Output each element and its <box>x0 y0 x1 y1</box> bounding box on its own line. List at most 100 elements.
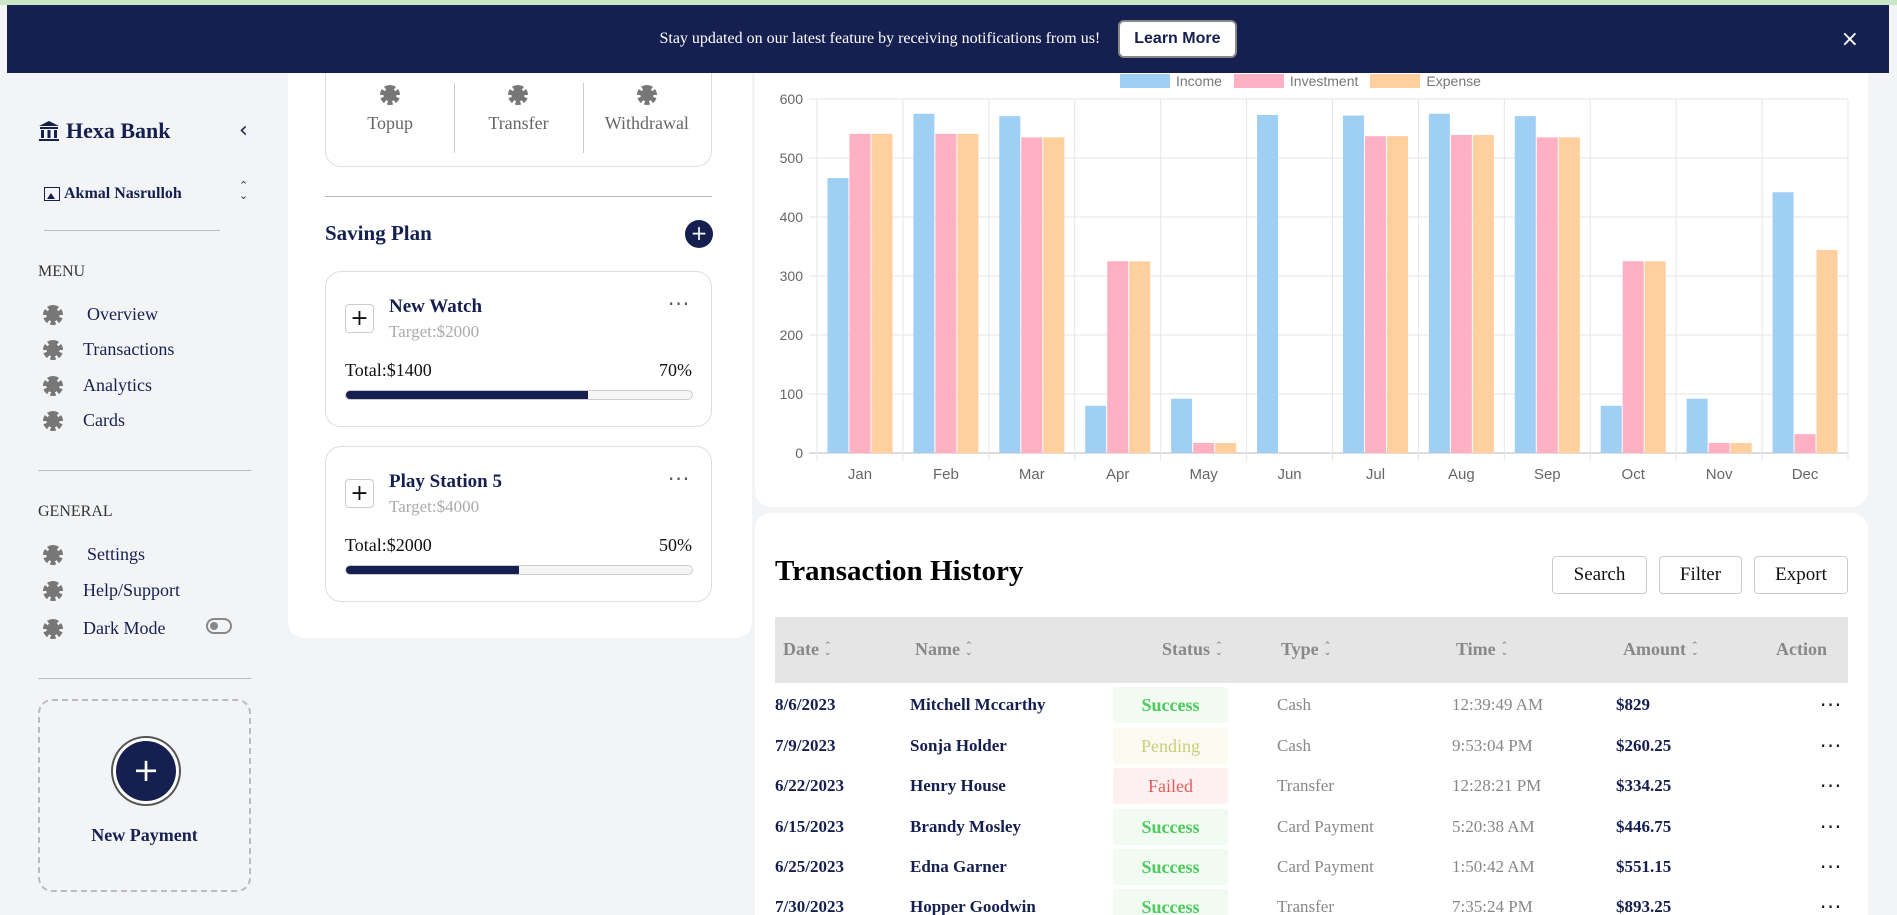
add-funds-button[interactable]: + <box>345 479 374 508</box>
divider <box>38 678 251 679</box>
row-amount: $829 <box>1616 695 1650 714</box>
search-button[interactable]: Search <box>1552 556 1647 594</box>
bar-income <box>1171 398 1193 453</box>
more-options-icon[interactable]: ··· <box>668 292 690 316</box>
column-header-type[interactable]: Type ⌃ ⌄ <box>1281 639 1331 660</box>
sort-icon[interactable]: ⌃ ⌄ <box>824 641 832 657</box>
bar-income <box>1257 114 1279 454</box>
legend-swatch <box>1120 74 1170 88</box>
bar-expense <box>1644 261 1666 453</box>
legend-item-expense[interactable]: Expense <box>1370 73 1481 89</box>
plan-target: Target:$4000 <box>389 497 480 516</box>
bar-income <box>1342 115 1364 453</box>
status-badge: Success <box>1113 849 1228 885</box>
column-header-date[interactable]: Date ⌃ ⌄ <box>783 639 832 660</box>
nav-item-settings[interactable]: Settings <box>43 544 145 565</box>
user-switcher[interactable]: Akmal Nasrulloh <box>44 185 182 203</box>
more-options-icon[interactable]: ··· <box>1820 774 1842 798</box>
sort-icon[interactable]: ⌃ ⌄ <box>965 641 973 657</box>
topup-action[interactable]: Topup <box>326 73 454 166</box>
bar-expense <box>1558 137 1580 453</box>
menu-section-label: MENU <box>38 263 86 280</box>
bar-chart: 0 100 200 300 400 500 600 Jan Feb Mar Apr May Jun Jul… <box>780 91 1849 483</box>
row-name: Mitchell Mccarthy <box>910 695 1046 714</box>
nav-item-transactions[interactable]: Transactions <box>43 339 174 360</box>
more-options-icon[interactable]: ··· <box>1820 815 1842 839</box>
row-date: 6/15/2023 <box>775 817 844 836</box>
legend-swatch <box>1370 74 1421 88</box>
bar-investment <box>1193 442 1215 453</box>
row-name: Edna Garner <box>910 857 1007 876</box>
row-time: 9:53:04 PM <box>1452 736 1533 755</box>
row-time: 12:39:49 AM <box>1452 695 1544 714</box>
plan-total: Total:$1400 <box>345 360 432 380</box>
close-icon[interactable]: × <box>1841 27 1859 52</box>
transfer-action[interactable]: Transfer <box>454 73 582 166</box>
x-tick-label: Nov <box>1706 466 1733 483</box>
row-type: Card Payment <box>1277 817 1374 836</box>
add-funds-button[interactable]: + <box>345 304 374 333</box>
export-button[interactable]: Export <box>1754 556 1848 594</box>
dark-mode-toggle[interactable] <box>206 618 232 634</box>
row-time: 1:50:42 AM <box>1452 857 1535 876</box>
chevron-updown-icon[interactable]: ⌃ ⌄ <box>239 180 248 201</box>
row-time: 7:35:24 PM <box>1452 897 1533 915</box>
table-header: Date ⌃ ⌄ Name ⌃ ⌄ Status ⌃ ⌄ Type ⌃ ⌄ Time ⌃ ⌄ Amo… <box>775 617 1848 683</box>
more-options-icon[interactable]: ··· <box>668 467 690 491</box>
transaction-history-title: Transaction History <box>775 555 1024 587</box>
table-row[interactable]: 8/6/2023 Mitchell Mccarthy Success Cash … <box>775 687 1848 727</box>
filter-button[interactable]: Filter <box>1659 556 1742 594</box>
row-date: 6/22/2023 <box>775 776 844 795</box>
nav-item-dark-mode[interactable]: Dark Mode <box>43 618 165 639</box>
quick-actions-card: Topup Transfer Withdrawal <box>325 73 712 167</box>
brand-logo[interactable]: Hexa Bank <box>38 118 171 144</box>
nav-item-analytics[interactable]: Analytics <box>43 375 152 396</box>
legend-swatch <box>1233 74 1284 88</box>
y-tick-label: 300 <box>780 268 804 284</box>
column-header-name[interactable]: Name ⌃ ⌄ <box>915 639 973 660</box>
nav-item-overview[interactable]: Overview <box>43 304 158 325</box>
legend-item-income[interactable]: Income <box>1120 73 1222 89</box>
sort-icon[interactable]: ⌃ ⌄ <box>1215 641 1223 657</box>
column-header-time[interactable]: Time ⌃ ⌄ <box>1456 639 1508 660</box>
plus-icon[interactable]: + <box>116 741 176 801</box>
actions-savings-panel: Topup Transfer Withdrawal Saving Plan + … <box>288 73 752 638</box>
gear-icon <box>43 304 63 325</box>
y-tick-label: 600 <box>780 91 804 107</box>
withdrawal-action[interactable]: Withdrawal <box>582 73 711 166</box>
more-options-icon[interactable]: ··· <box>1820 895 1842 915</box>
more-options-icon[interactable]: ··· <box>1820 693 1842 717</box>
legend-item-investment[interactable]: Investment <box>1233 73 1358 89</box>
bar-investment <box>1708 442 1730 453</box>
sort-icon[interactable]: ⌃ ⌄ <box>1501 641 1509 657</box>
banner-text: Stay updated on our latest feature by re… <box>659 30 1101 47</box>
new-payment-card[interactable]: + New Payment <box>38 699 251 892</box>
row-date: 7/30/2023 <box>775 897 844 915</box>
nav-label: Analytics <box>83 375 152 395</box>
table-row[interactable]: 7/9/2023 Sonja Holder Pending Cash 9:53:… <box>775 728 1848 768</box>
column-label: Status <box>1162 639 1211 659</box>
table-row[interactable]: 6/22/2023 Henry House Failed Transfer 12… <box>775 768 1848 808</box>
row-name: Henry House <box>910 776 1006 795</box>
x-tick-label: Dec <box>1792 466 1819 483</box>
gear-icon <box>508 85 529 105</box>
learn-more-button[interactable]: Learn More <box>1118 20 1237 58</box>
bar-investment <box>1021 137 1043 453</box>
sort-icon[interactable]: ⌃ ⌄ <box>1691 641 1699 657</box>
row-amount: $446.75 <box>1616 817 1672 836</box>
nav-item-help-support[interactable]: Help/Support <box>43 580 180 601</box>
collapse-sidebar-icon[interactable]: ‹ <box>239 118 248 143</box>
nav-item-cards[interactable]: Cards <box>43 410 125 431</box>
more-options-icon[interactable]: ··· <box>1820 855 1842 879</box>
column-header-amount[interactable]: Amount ⌃ ⌄ <box>1623 639 1699 660</box>
row-type: Card Payment <box>1277 857 1374 876</box>
add-saving-plan-button[interactable]: + <box>685 220 713 248</box>
notification-banner: Stay updated on our latest feature by re… <box>7 5 1889 73</box>
table-row[interactable]: 7/30/2023 Hopper Goodwin Success Transfe… <box>775 889 1848 915</box>
more-options-icon[interactable]: ··· <box>1820 734 1842 758</box>
plan-progress-fill <box>346 566 519 574</box>
table-row[interactable]: 6/25/2023 Edna Garner Success Card Payme… <box>775 849 1848 889</box>
column-header-status[interactable]: Status ⌃ ⌄ <box>1162 639 1223 660</box>
table-row[interactable]: 6/15/2023 Brandy Mosley Success Card Pay… <box>775 809 1848 849</box>
sort-icon[interactable]: ⌃ ⌄ <box>1324 641 1332 657</box>
